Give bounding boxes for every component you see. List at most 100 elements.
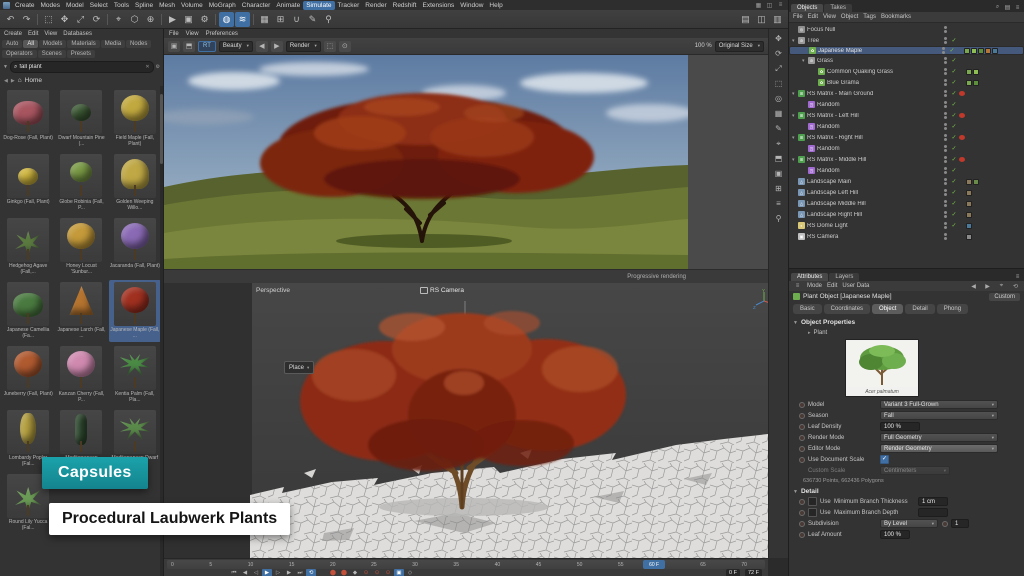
object-name[interactable]: RS Matrix - Middle Hill <box>807 157 944 163</box>
rs-object-tag[interactable] <box>959 190 965 195</box>
panel-menu-icon[interactable]: ≡ <box>1013 272 1022 281</box>
anim-dot[interactable] <box>942 521 948 527</box>
visibility-toggles[interactable] <box>944 233 950 240</box>
om-menu-item[interactable]: Bookmarks <box>881 14 911 20</box>
next-frame-button[interactable]: ▷ <box>273 569 283 576</box>
object-row[interactable]: △ Landscape Left Hill ✓ <box>789 187 1024 198</box>
modeling-grid-icon[interactable]: ▦ <box>257 12 272 27</box>
asset-item[interactable]: Field Maple (Fall, Plant) <box>109 88 161 150</box>
strip-scale-icon[interactable]: ⤢ <box>772 62 786 75</box>
use-document-scale-checkbox[interactable] <box>880 455 889 464</box>
plant-preview[interactable]: Acer palmatum <box>845 339 919 397</box>
anim-dot[interactable] <box>799 521 805 527</box>
rs-object-tag[interactable] <box>959 212 965 217</box>
object-name[interactable]: Landscape Main <box>807 179 944 185</box>
anim-dot[interactable] <box>799 499 805 505</box>
render-menu-item[interactable]: File <box>169 31 179 37</box>
object-name[interactable]: Random <box>817 102 944 108</box>
object-row[interactable]: ▾ ⊞ RS Matrix - Right Hill ✓ <box>789 132 1024 143</box>
object-name[interactable]: RS Camera <box>807 234 944 240</box>
asset-subtab[interactable]: Scenes <box>38 50 66 58</box>
object-name[interactable]: Blue Grama <box>827 80 944 86</box>
rs-object-tag[interactable] <box>959 135 965 140</box>
menu-item[interactable]: Model <box>63 1 87 10</box>
prev-key-button[interactable]: ◀ <box>240 569 250 576</box>
menu-item[interactable]: Tools <box>111 1 132 10</box>
panel-tab[interactable]: Takes <box>824 4 852 12</box>
leaf-amount-input[interactable]: 100 % <box>880 530 910 539</box>
material-tag[interactable] <box>966 234 972 240</box>
user-data-menu[interactable]: User Data <box>842 283 869 289</box>
asset-menu-item[interactable]: View <box>44 31 57 37</box>
material-tag[interactable] <box>966 190 972 196</box>
enable-toggle[interactable]: ✓ <box>950 123 958 130</box>
material-tag[interactable] <box>966 69 972 75</box>
panel-menu-icon[interactable]: ≡ <box>1013 3 1022 12</box>
home-icon[interactable]: ⌂ <box>18 77 22 84</box>
render-menu-item[interactable]: View <box>186 31 199 37</box>
play-button[interactable]: ▶ <box>262 569 272 576</box>
menu-item[interactable]: Animate <box>273 1 303 10</box>
region-icon[interactable]: ⬚ <box>324 41 336 52</box>
material-tag[interactable] <box>985 48 991 54</box>
menu-item[interactable]: Redshift <box>390 1 420 10</box>
object-row[interactable]: ▾ ⊞ RS Matrix - Middle Hill ✓ <box>789 154 1024 165</box>
forward-icon[interactable]: ▶ <box>983 282 992 291</box>
render-settings-icon[interactable]: ⚙ <box>197 12 212 27</box>
custom-button[interactable]: Custom <box>989 293 1020 301</box>
strip-pen-icon[interactable]: ✎ <box>772 122 786 135</box>
object-name[interactable]: Random <box>817 146 944 152</box>
asset-item[interactable]: Kanzan Cherry (Fall, P... <box>55 344 107 406</box>
search-icon[interactable]: ⌕ <box>993 3 1002 12</box>
enable-toggle[interactable]: ✓ <box>950 37 958 44</box>
material-tag[interactable] <box>966 80 972 86</box>
range-end-field[interactable]: 72 F <box>745 569 762 576</box>
rs-object-tag[interactable] <box>959 91 965 96</box>
material-tag[interactable] <box>971 48 977 54</box>
material-tag[interactable] <box>973 179 979 185</box>
object-row[interactable]: ▾ ⊞ RS Matrix - Main Ground ✓ <box>789 88 1024 99</box>
enable-toggle[interactable]: ✓ <box>950 101 958 108</box>
render-canvas[interactable] <box>164 55 768 269</box>
layout-model-icon[interactable]: ▤ <box>738 12 753 27</box>
object-row[interactable]: △ Landscape Main ✓ <box>789 176 1024 187</box>
material-tag[interactable] <box>978 48 984 54</box>
rs-object-tag[interactable] <box>957 48 963 53</box>
object-name[interactable]: Landscape Left Hill <box>807 190 944 196</box>
asset-item[interactable]: Dog-Rose (Fall, Plant) <box>2 88 54 150</box>
aov-select[interactable]: Beauty▾ <box>219 41 253 52</box>
object-name[interactable]: Tree <box>807 38 944 44</box>
range-start-field[interactable]: 0 F <box>726 569 740 576</box>
om-menu-item[interactable]: View <box>823 14 836 20</box>
layout-render-icon[interactable]: ▥ <box>770 12 785 27</box>
zoom-level[interactable]: 100 % <box>695 43 712 49</box>
last-tool-icon[interactable]: ⌖ <box>111 12 126 27</box>
max-branch-input[interactable] <box>918 508 948 517</box>
menu-item[interactable]: Modes <box>38 1 64 10</box>
menu-item[interactable]: Character <box>239 1 274 10</box>
asset-item[interactable]: Kentia Palm (Fall, Pla... <box>109 344 161 406</box>
attribute-tab-button[interactable]: Coordinates <box>824 304 870 314</box>
anim-dot[interactable] <box>799 424 805 430</box>
rs-object-tag[interactable] <box>959 58 965 63</box>
rs-object-tag[interactable] <box>959 113 965 118</box>
separator[interactable] <box>253 14 254 25</box>
object-name[interactable]: Focus Null <box>807 27 944 33</box>
rs-object-tag[interactable] <box>959 157 965 162</box>
asset-item[interactable]: Japanese Maple (Fall, ... <box>109 280 161 342</box>
enable-toggle[interactable]: ✓ <box>948 47 956 54</box>
rs-object-tag[interactable] <box>959 27 965 32</box>
strip-move-icon[interactable]: ✥ <box>772 32 786 45</box>
burger-icon[interactable]: ≡ <box>793 282 802 291</box>
object-name[interactable]: RS Dome Light <box>807 223 944 229</box>
key-interp-button[interactable]: ◇ <box>405 569 415 576</box>
editor-mode-select[interactable]: Render Geometry▾ <box>880 444 998 453</box>
asset-item[interactable]: Jacaranda (Fall, Plant) <box>109 216 161 278</box>
anim-dot[interactable] <box>799 413 805 419</box>
playhead[interactable]: 60 F <box>643 560 665 569</box>
asset-item[interactable]: Golden Weeping Willo... <box>109 152 161 214</box>
material-tag[interactable] <box>992 48 998 54</box>
object-row[interactable]: ▾ ⊞ RS Matrix - Left Hill ✓ <box>789 110 1024 121</box>
menu-item[interactable]: MoGraph <box>206 1 239 10</box>
object-row[interactable]: ▾ ⊘ Grass ✓ <box>789 55 1024 66</box>
